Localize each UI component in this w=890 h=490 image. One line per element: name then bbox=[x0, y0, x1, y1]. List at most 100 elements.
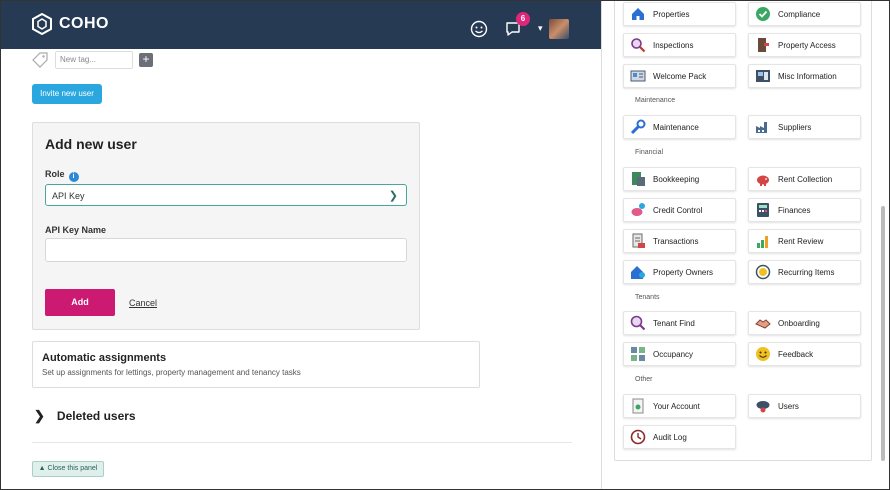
grid-rooms-icon bbox=[630, 346, 646, 362]
section-maintenance: Maintenance bbox=[635, 97, 676, 104]
menu-tile-credit-control[interactable]: Credit Control bbox=[623, 198, 736, 222]
add-button[interactable]: Add bbox=[45, 289, 115, 316]
main-panel: COHO 6 ▾ New tag... + Invite new user Ad… bbox=[1, 1, 601, 489]
chevron-right-icon: ❯ bbox=[34, 408, 45, 423]
menu-tile-property-owners[interactable]: Property Owners bbox=[623, 260, 736, 284]
menu-tile-label: Property Access bbox=[778, 40, 836, 50]
magnifier-icon bbox=[630, 37, 646, 53]
role-select-value: API Key bbox=[52, 191, 85, 201]
menu-tile-label: Finances bbox=[778, 205, 811, 215]
check-circle-icon bbox=[755, 6, 771, 22]
menu-tile-label: Feedback bbox=[778, 349, 814, 359]
automatic-assignments-subtitle: Set up assignments for lettings, propert… bbox=[42, 368, 301, 377]
smiley-icon[interactable] bbox=[470, 20, 488, 38]
menu-tile-maintenance[interactable]: Maintenance bbox=[623, 115, 736, 139]
cancel-link[interactable]: Cancel bbox=[129, 298, 157, 308]
menu-tile-your-account[interactable]: Your Account bbox=[623, 394, 736, 418]
account-doc-icon bbox=[630, 398, 646, 414]
menu-tile-label: Suppliers bbox=[778, 122, 812, 132]
users-cloud-icon bbox=[755, 398, 771, 414]
menu-tile-label: Credit Control bbox=[653, 205, 703, 215]
menu-tile-label: Rent Collection bbox=[778, 174, 833, 184]
menu-tile-audit-log[interactable]: Audit Log bbox=[623, 425, 736, 449]
api-key-name-input[interactable] bbox=[45, 238, 407, 262]
menu-tile-users[interactable]: Users bbox=[748, 394, 861, 418]
menu-tile-label: Properties bbox=[653, 9, 690, 19]
menu-tile-feedback[interactable]: Feedback bbox=[748, 342, 861, 366]
section-tenants: Tenants bbox=[635, 294, 660, 301]
menu-tile-label: Transactions bbox=[653, 236, 699, 246]
smiley-icon bbox=[755, 346, 771, 362]
house-icon bbox=[630, 6, 646, 22]
menu-tile-properties[interactable]: Properties bbox=[623, 2, 736, 26]
recurring-coin-icon bbox=[755, 264, 771, 280]
automatic-assignments-card[interactable]: Automatic assignments Set up assignments… bbox=[32, 341, 480, 388]
section-other: Other bbox=[635, 376, 653, 383]
new-tag-input[interactable]: New tag... bbox=[55, 51, 133, 69]
chevron-down-icon[interactable]: ▾ bbox=[538, 23, 543, 34]
app-window: COHO 6 ▾ New tag... + Invite new user Ad… bbox=[0, 0, 890, 490]
brand-name: COHO bbox=[59, 15, 109, 32]
menu-tile-label: Compliance bbox=[778, 9, 821, 19]
handshake-icon bbox=[755, 315, 771, 331]
receipt-icon bbox=[630, 233, 646, 249]
deleted-users-toggle[interactable]: ❯ Deleted users bbox=[34, 408, 136, 424]
coho-logo[interactable]: COHO bbox=[31, 13, 109, 35]
menu-tile-transactions[interactable]: Transactions bbox=[623, 229, 736, 253]
menu-tile-occupancy[interactable]: Occupancy bbox=[623, 342, 736, 366]
close-panel-button[interactable]: ▲ Close this panel bbox=[32, 461, 104, 477]
menu-tile-welcome-pack[interactable]: Welcome Pack bbox=[623, 64, 736, 88]
menu-tile-label: Misc Information bbox=[778, 71, 837, 81]
automatic-assignments-title: Automatic assignments bbox=[42, 352, 167, 364]
brochure-icon bbox=[630, 68, 646, 84]
menu-tile-suppliers[interactable]: Suppliers bbox=[748, 115, 861, 139]
divider bbox=[32, 442, 572, 443]
menu-tile-label: Tenant Find bbox=[653, 318, 695, 328]
top-header: COHO 6 ▾ bbox=[1, 1, 601, 49]
tag-icon bbox=[32, 52, 48, 68]
menu-panel: Properties Compliance Inspections Proper… bbox=[602, 1, 889, 489]
role-label-wrap: Role i bbox=[45, 169, 79, 182]
menu-tile-label: Inspections bbox=[653, 40, 694, 50]
bar-growth-icon bbox=[755, 233, 771, 249]
menu-tile-label: Bookkeeping bbox=[653, 174, 700, 184]
menu-tile-inspections[interactable]: Inspections bbox=[623, 33, 736, 57]
menu-tile-recurring-items[interactable]: Recurring Items bbox=[748, 260, 861, 284]
menu-tile-misc-information[interactable]: Misc Information bbox=[748, 64, 861, 88]
deleted-users-label: Deleted users bbox=[56, 409, 136, 423]
menu-tile-rent-review[interactable]: Rent Review bbox=[748, 229, 861, 253]
owner-house-icon bbox=[630, 264, 646, 280]
coho-logo-icon bbox=[32, 13, 52, 35]
menu-tile-label: Rent Review bbox=[778, 236, 824, 246]
wrench-icon bbox=[630, 119, 646, 135]
add-user-form: Add new user Role i API Key ❯ API Key Nam… bbox=[32, 122, 420, 330]
menu-tile-bookkeeping[interactable]: Bookkeeping bbox=[623, 167, 736, 191]
menu-tile-finances[interactable]: Finances bbox=[748, 198, 861, 222]
piggy-coin-icon bbox=[630, 202, 646, 218]
menu-tile-label: Recurring Items bbox=[778, 267, 835, 277]
avatar[interactable] bbox=[549, 19, 569, 39]
menu-tile-label: Occupancy bbox=[653, 349, 694, 359]
menu-tile-label: Your Account bbox=[653, 401, 700, 411]
piggy-bank-icon bbox=[755, 171, 771, 187]
menu-tile-label: Welcome Pack bbox=[653, 71, 707, 81]
menu-tile-label: Users bbox=[778, 401, 799, 411]
menu-tile-label: Audit Log bbox=[653, 432, 687, 442]
info-icon[interactable]: i bbox=[68, 172, 79, 182]
invite-user-button[interactable]: Invite new user bbox=[32, 84, 102, 104]
menu-tile-rent-collection[interactable]: Rent Collection bbox=[748, 167, 861, 191]
role-select[interactable]: API Key ❯ bbox=[45, 184, 407, 206]
menu-tile-compliance[interactable]: Compliance bbox=[748, 2, 861, 26]
add-tag-button[interactable]: + bbox=[139, 53, 153, 67]
menu-tile-onboarding[interactable]: Onboarding bbox=[748, 311, 861, 335]
menu-tile-label: Onboarding bbox=[778, 318, 820, 328]
chevron-down-icon: ❯ bbox=[388, 190, 398, 202]
role-label: Role bbox=[45, 169, 65, 179]
tag-row: New tag... + bbox=[31, 51, 153, 69]
ledger-icon bbox=[630, 171, 646, 187]
info-doc-icon bbox=[755, 68, 771, 84]
scrollbar-thumb[interactable] bbox=[881, 206, 885, 461]
factory-icon bbox=[755, 119, 771, 135]
menu-tile-property-access[interactable]: Property Access bbox=[748, 33, 861, 57]
menu-tile-tenant-find[interactable]: Tenant Find bbox=[623, 311, 736, 335]
